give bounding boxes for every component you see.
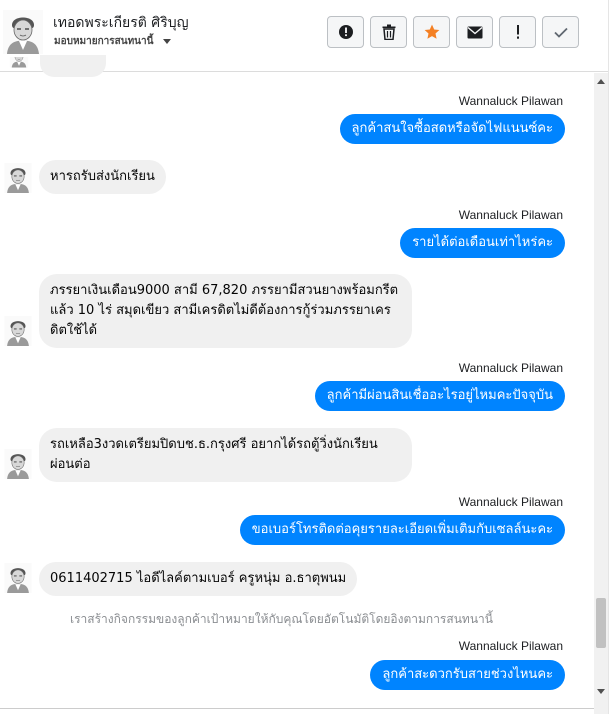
scrollbar[interactable] bbox=[594, 73, 608, 714]
scroll-down-icon[interactable] bbox=[597, 689, 605, 694]
outgoing-message[interactable]: ลูกค้ามีผ่อนสินเชื่ออะไรอยู่ไหมคะปัจจุบั… bbox=[314, 381, 565, 411]
contact-name[interactable]: เทอดพระเกียรติ ศิริบุญ bbox=[53, 12, 189, 34]
assign-conversation-label[interactable]: มอบหมายการสนทนานี้ bbox=[54, 34, 153, 49]
chevron-down-icon[interactable] bbox=[163, 39, 171, 44]
sender-name: Wannaluck Pilawan bbox=[458, 208, 563, 222]
follow-up-button[interactable] bbox=[499, 16, 536, 48]
outgoing-message[interactable]: รายได้ต่อเดือนเท่าไหร่คะ bbox=[400, 228, 565, 258]
message-bubble-partial bbox=[40, 55, 106, 77]
trash-icon bbox=[382, 24, 395, 40]
mark-spam-button[interactable] bbox=[327, 16, 364, 48]
toolbar bbox=[327, 16, 579, 48]
sender-avatar bbox=[4, 563, 32, 593]
sender-name: Wannaluck Pilawan bbox=[458, 94, 563, 108]
sender-name: Wannaluck Pilawan bbox=[458, 639, 563, 653]
star-button[interactable] bbox=[413, 16, 450, 48]
envelope-icon bbox=[467, 26, 482, 38]
contact-avatar[interactable] bbox=[3, 10, 43, 54]
scroll-up-icon[interactable] bbox=[597, 79, 605, 84]
exclamation-icon bbox=[516, 25, 519, 39]
star-icon bbox=[424, 24, 439, 39]
incoming-message[interactable]: ภรรยาเงินเดือน9000 สามี 67,820 ภรรยามีสว… bbox=[39, 274, 412, 348]
incoming-message[interactable]: หารถรับส่งนักเรียน bbox=[39, 160, 166, 194]
sender-avatar bbox=[4, 316, 32, 346]
message-thread[interactable]: Wannaluck Pilawan ลูกค้าสนใจซื้อสดหรือจั… bbox=[0, 55, 594, 714]
check-icon bbox=[553, 27, 568, 38]
mark-done-button[interactable] bbox=[542, 16, 579, 48]
panel-edge bbox=[608, 0, 615, 714]
mark-unread-button[interactable] bbox=[456, 16, 493, 48]
incoming-message[interactable]: รถเหลือ3งวดเตรียมปิดบช.ธ.กรุงศรี อยากได้… bbox=[39, 428, 412, 482]
alert-circle-icon bbox=[338, 25, 353, 39]
delete-button[interactable] bbox=[370, 16, 407, 48]
activity-note: เราสร้างกิจกรรมของลูกค้าเป้าหมายให้กับคุ… bbox=[70, 612, 493, 626]
outgoing-message[interactable]: ลูกค้าสะดวกรับสายช่วงไหนคะ bbox=[370, 660, 565, 690]
incoming-message[interactable]: 0611402715 ไอดีไลค์ตามเบอร์ ครูหนุ่ม อ.ธ… bbox=[39, 562, 358, 596]
sender-avatar bbox=[4, 163, 32, 193]
sender-avatar bbox=[5, 57, 33, 77]
sender-avatar bbox=[4, 449, 32, 479]
sender-name: Wannaluck Pilawan bbox=[458, 361, 563, 375]
scrollbar-thumb[interactable] bbox=[596, 598, 606, 648]
sender-name: Wannaluck Pilawan bbox=[458, 495, 563, 509]
outgoing-message[interactable]: ขอเบอร์โทรติดต่อคุยรายละเอียดเพิ่มเติมกั… bbox=[239, 515, 565, 545]
outgoing-message[interactable]: ลูกค้าสนใจซื้อสดหรือจัดไฟแนนซ์คะ bbox=[339, 114, 565, 144]
